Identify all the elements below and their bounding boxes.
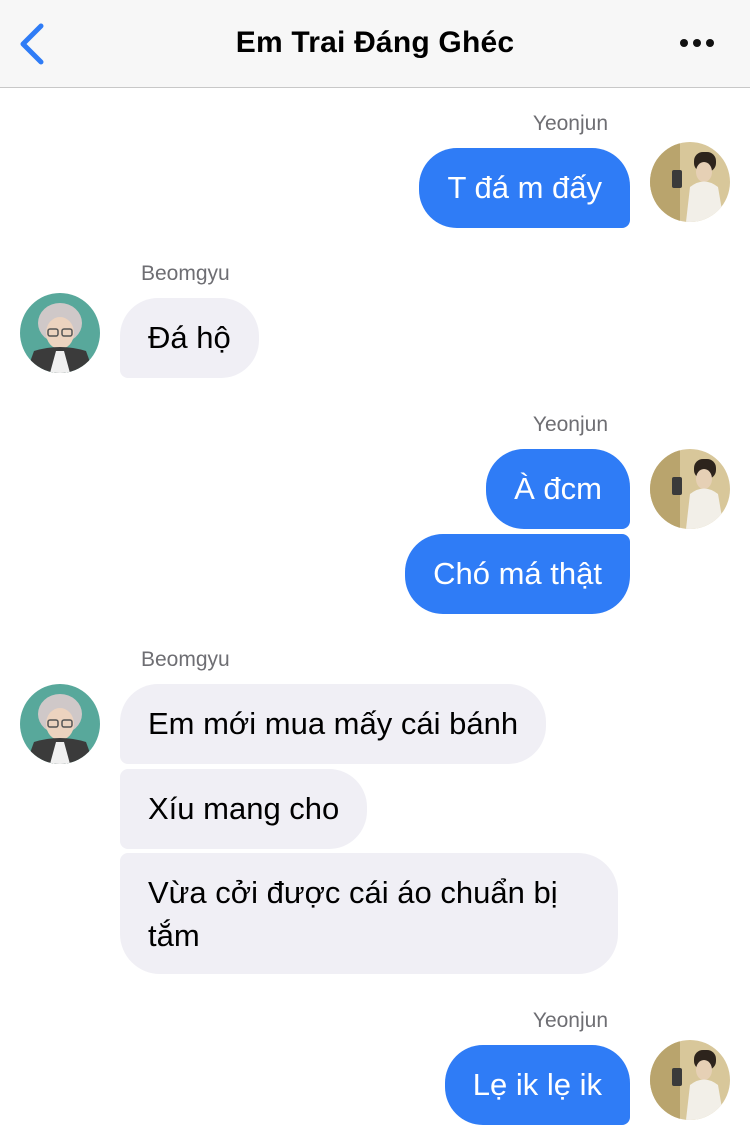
sender-name: Beomgyu [141, 262, 230, 285]
ellipsis-dot [706, 39, 714, 47]
avatar-beomgyu[interactable] [20, 684, 100, 764]
avatar-image [650, 1040, 730, 1120]
ellipsis-icon [680, 39, 688, 47]
chat-title: Em Trai Đáng Ghéc [235, 26, 515, 59]
message-bubble-outgoing[interactable]: Lẹ ik lẹ ik [444, 1045, 630, 1125]
sender-name: Yeonjun [532, 1009, 608, 1032]
message-bubble-incoming[interactable]: Xíu mang cho [120, 769, 368, 849]
message-bubble-incoming[interactable]: Em mới mua mấy cái bánh [120, 684, 547, 764]
message-bubble-outgoing[interactable]: À đcm [486, 449, 630, 529]
sender-name: Yeonjun [532, 413, 608, 436]
message-bubble-incoming[interactable]: Đá hộ [120, 298, 259, 378]
avatar-yeonjun[interactable] [650, 1040, 730, 1120]
avatar-image [650, 449, 730, 529]
avatar-beomgyu[interactable] [20, 293, 100, 373]
avatar-image [20, 293, 100, 373]
message-bubble-incoming[interactable]: Vừa cởi được cái áo chuẩn bị tắm [120, 853, 618, 974]
more-options-button[interactable] [680, 34, 724, 54]
message-bubble-outgoing[interactable]: T đá m đấy [419, 148, 630, 228]
sender-name: Yeonjun [532, 112, 608, 135]
avatar-yeonjun[interactable] [650, 449, 730, 529]
ellipsis-dot [693, 39, 701, 47]
avatar-image [20, 684, 100, 764]
avatar-yeonjun[interactable] [650, 142, 730, 222]
chat-header: Em Trai Đáng Ghéc [0, 0, 750, 88]
sender-name: Beomgyu [141, 648, 230, 671]
message-bubble-outgoing[interactable]: Chó má thật [405, 534, 630, 614]
avatar-image [650, 142, 730, 222]
